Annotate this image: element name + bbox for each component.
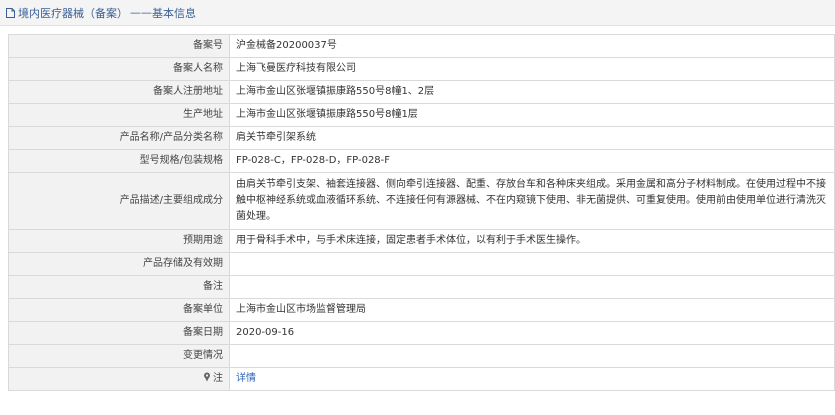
row-label: 生产地址	[8, 103, 230, 127]
row-value: 上海市金山区张堰镇振康路550号8幢1、2层	[229, 80, 835, 104]
row-value: 上海市金山区市场监督管理局	[229, 298, 835, 322]
row-value: 由肩关节牵引支架、袖套连接器、侧向牵引连接器、配重、存放台车和各种床夹组成。采用…	[229, 172, 835, 230]
row-value: 上海市金山区张堰镇振康路550号8幢1层	[229, 103, 835, 127]
row-label: 备案人注册地址	[8, 80, 230, 104]
row-label: 变更情况	[8, 344, 230, 368]
row-label: 预期用途	[8, 229, 230, 253]
row-value: 沪金械备20200037号	[229, 34, 835, 58]
table-row: 型号规格/包装规格 FP-028-C，FP-028-D，FP-028-F	[8, 149, 835, 173]
table-row: 备案人注册地址 上海市金山区张堰镇振康路550号8幢1、2层	[8, 80, 835, 104]
row-label: 备注	[8, 275, 230, 299]
table-row: 产品描述/主要组成成分 由肩关节牵引支架、袖套连接器、侧向牵引连接器、配重、存放…	[8, 172, 835, 230]
table-row: 生产地址 上海市金山区张堰镇振康路550号8幢1层	[8, 103, 835, 127]
row-label: 注	[213, 373, 223, 384]
table-row: 备案人名称 上海飞曼医疗科技有限公司	[8, 57, 835, 81]
row-value	[229, 275, 835, 299]
title-separator: ——	[130, 6, 152, 19]
note-label-cell: 注	[8, 367, 230, 391]
table-row: 产品存储及有效期	[8, 252, 835, 276]
table-row: 变更情况	[8, 344, 835, 368]
row-value	[229, 344, 835, 368]
page-subtitle: 基本信息	[152, 6, 196, 20]
row-label: 备案单位	[8, 298, 230, 322]
page-header: 境内医疗器械（备案） —— 基本信息	[0, 0, 835, 26]
row-value: 2020-09-16	[229, 321, 835, 345]
table-row: 备案号 沪金械备20200037号	[8, 34, 835, 58]
row-value: 肩关节牵引架系统	[229, 126, 835, 150]
row-label: 备案号	[8, 34, 230, 58]
row-label: 产品描述/主要组成成分	[8, 172, 230, 230]
row-label: 产品存储及有效期	[8, 252, 230, 276]
table-row: 备案日期 2020-09-16	[8, 321, 835, 345]
table-row: 备注	[8, 275, 835, 299]
row-value: 上海飞曼医疗科技有限公司	[229, 57, 835, 81]
row-value: FP-028-C，FP-028-D，FP-028-F	[229, 149, 835, 173]
page-title: 境内医疗器械（备案）	[18, 6, 128, 20]
row-value	[229, 252, 835, 276]
document-icon	[6, 7, 15, 18]
row-label: 型号规格/包装规格	[8, 149, 230, 173]
row-label: 备案日期	[8, 321, 230, 345]
table-row: 注 详情	[8, 367, 835, 391]
table-row: 产品名称/产品分类名称 肩关节牵引架系统	[8, 126, 835, 150]
row-label: 产品名称/产品分类名称	[8, 126, 230, 150]
pin-icon	[204, 372, 210, 382]
row-value: 用于骨科手术中，与手术床连接，固定患者手术体位，以有利于手术医生操作。	[229, 229, 835, 253]
table-row: 预期用途 用于骨科手术中，与手术床连接，固定患者手术体位，以有利于手术医生操作。	[8, 229, 835, 253]
table-row: 备案单位 上海市金山区市场监督管理局	[8, 298, 835, 322]
row-label: 备案人名称	[8, 57, 230, 81]
details-link[interactable]: 详情	[236, 373, 256, 384]
record-table: 备案号 沪金械备20200037号 备案人名称 上海飞曼医疗科技有限公司 备案人…	[8, 34, 835, 391]
row-value: 详情	[229, 367, 835, 391]
